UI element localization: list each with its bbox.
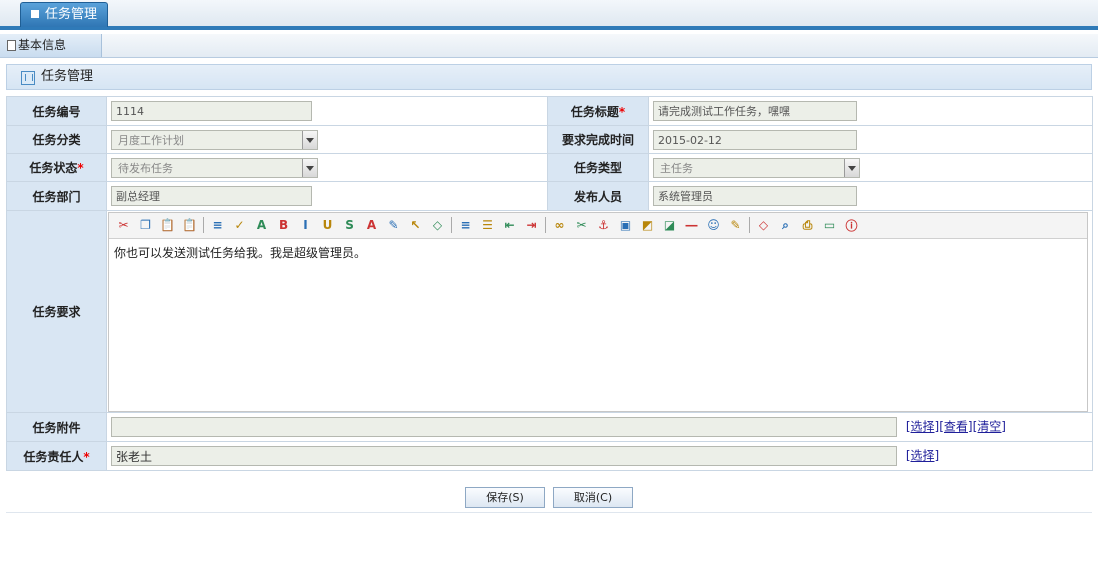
owner-field[interactable]: 张老土 [111, 446, 898, 466]
fullscreen-icon[interactable]: ▭ [821, 217, 838, 234]
task-category-label: 任务分类 [5, 125, 108, 154]
toolbar-separator [451, 217, 453, 233]
strikethrough-icon[interactable]: S [341, 217, 358, 234]
section-header: 任务管理 [6, 64, 1092, 90]
eraser-icon[interactable]: ◇ [429, 217, 446, 234]
horizontal-rule-icon[interactable]: ― [683, 217, 700, 234]
spellcheck-icon[interactable]: ✓ [231, 217, 248, 234]
paste-icon[interactable]: 📋 [159, 217, 176, 234]
attachment-label: 任务附件 [5, 412, 108, 442]
publisher-label: 发布人员 [547, 181, 649, 211]
task-type-label: 任务类型 [547, 153, 649, 182]
owner-select-link[interactable]: [选择] [906, 449, 939, 463]
tab-label: 任务管理 [45, 7, 98, 22]
toolbar-separator [545, 217, 547, 233]
media-icon[interactable]: ◪ [661, 217, 678, 234]
document-icon [7, 40, 16, 51]
chevron-down-icon[interactable] [302, 130, 318, 149]
publisher-field[interactable]: 系统管理员 [652, 186, 857, 206]
cancel-button[interactable]: 取消(C) [553, 487, 633, 508]
print-icon[interactable]: ⎙ [799, 217, 816, 234]
source-code-icon[interactable]: ◇ [755, 217, 772, 234]
font-size-icon[interactable]: A [253, 217, 270, 234]
about-icon[interactable]: ⓘ [843, 217, 860, 234]
attachment-view-link[interactable]: [查看] [939, 420, 972, 434]
due-time-label: 要求完成时间 [547, 125, 649, 154]
anchor-icon[interactable]: ⚓ [595, 217, 612, 234]
bold-icon[interactable]: B [275, 217, 292, 234]
top-tab-bar: 任务管理 [0, 0, 1098, 30]
align-left-icon[interactable]: ≡ [457, 217, 474, 234]
task-form: 任务编号 1114 任务标题* 请完成测试工作任务，嘿嘿 任务分类 月度工作计划… [5, 96, 1094, 471]
save-button[interactable]: 保存(S) [465, 487, 545, 508]
attachment-clear-link[interactable]: [清空] [973, 420, 1006, 434]
emoticon-icon[interactable]: ☺ [705, 217, 722, 234]
image-upload-icon[interactable]: ▣ [617, 217, 634, 234]
cut-icon[interactable]: ✂ [115, 217, 132, 234]
subtab-label: 基本信息 [18, 38, 67, 52]
divider [6, 512, 1092, 513]
toolbar-separator [203, 217, 205, 233]
flash-icon[interactable]: ◩ [639, 217, 656, 234]
task-type-select[interactable]: 主任务 [652, 157, 860, 178]
attachment-field[interactable] [111, 417, 898, 437]
chevron-down-icon[interactable] [843, 158, 859, 177]
outdent-icon[interactable]: ⇤ [501, 217, 518, 234]
editor-toolbar: ✂ ❐ 📋 📋 ≡ ✓ A B I U S A ✎ ↖ ◇ ≡ ☰ ⇤ ⇥ ∞ ✂ ⚓ ▣ ◩ ◪ ― ☺ ✎ ◇ ⌕ ⎙ ▭ ⓘ [109, 212, 1088, 239]
link-icon[interactable]: ∞ [551, 217, 568, 234]
unlink-icon[interactable]: ✂ [573, 217, 590, 234]
panel-icon [21, 71, 35, 85]
task-status-select[interactable]: 待发布任务 [111, 157, 319, 178]
select-icon[interactable]: ↖ [407, 217, 424, 234]
task-no-label: 任务编号 [5, 96, 108, 126]
indent-icon[interactable]: ⇥ [523, 217, 540, 234]
due-time-field[interactable]: 2015-02-12 [652, 129, 857, 150]
paste-word-icon[interactable]: 📋 [181, 217, 198, 234]
task-no-field[interactable]: 1114 [111, 101, 313, 121]
requirement-label: 任务要求 [5, 210, 108, 413]
paragraph-icon[interactable]: ≡ [209, 217, 226, 234]
copy-icon[interactable]: ❐ [137, 217, 154, 234]
section-title: 任务管理 [41, 69, 94, 84]
highlight-icon[interactable]: ✎ [385, 217, 402, 234]
list-icon[interactable]: ☰ [479, 217, 496, 234]
task-title-field[interactable]: 请完成测试工作任务，嘿嘿 [652, 101, 857, 121]
preview-icon[interactable]: ⌕ [777, 217, 794, 234]
rich-text-editor: ✂ ❐ 📋 📋 ≡ ✓ A B I U S A ✎ ↖ ◇ ≡ ☰ ⇤ ⇥ ∞ ✂ ⚓ ▣ ◩ ◪ ― ☺ ✎ ◇ ⌕ ⎙ ▭ ⓘ 你也可以发送… [108, 211, 1089, 412]
task-status-label: 任务状态* [5, 153, 108, 182]
tab-basic-info[interactable]: 基本信息 [0, 34, 102, 57]
sub-tab-bar: 基本信息 [0, 34, 1098, 58]
square-icon [31, 9, 39, 18]
task-dept-field[interactable]: 副总经理 [111, 186, 313, 206]
chevron-down-icon[interactable] [302, 158, 318, 177]
edit-note-icon[interactable]: ✎ [727, 217, 744, 234]
task-dept-label: 任务部门 [5, 181, 108, 211]
tab-task-management[interactable]: 任务管理 [20, 2, 109, 27]
italic-icon[interactable]: I [297, 217, 314, 234]
attachment-select-link[interactable]: [选择] [906, 420, 939, 434]
underline-icon[interactable]: U [319, 217, 336, 234]
task-category-select[interactable]: 月度工作计划 [111, 129, 319, 150]
toolbar-separator [749, 217, 751, 233]
editor-content[interactable]: 你也可以发送测试任务给我。我是超级管理员。 [109, 239, 1087, 261]
task-title-label: 任务标题* [547, 96, 649, 126]
font-color-icon[interactable]: A [363, 217, 380, 234]
owner-label: 任务责任人* [5, 441, 108, 471]
